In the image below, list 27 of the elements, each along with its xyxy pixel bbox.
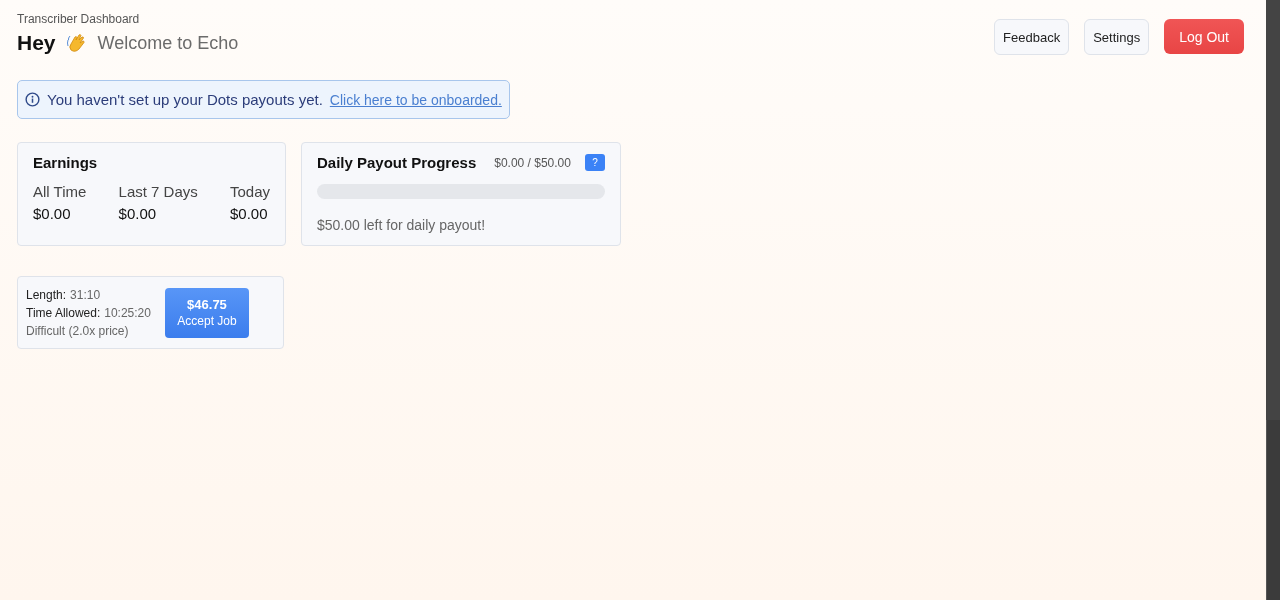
job-difficulty: Difficult (2.0x price) xyxy=(26,322,130,340)
accept-job-button[interactable]: $46.75 Accept Job xyxy=(164,287,249,338)
nav-button[interactable]: Feedback xyxy=(994,19,1070,55)
card-title: Daily Payout Progress xyxy=(317,154,477,171)
onboarding-link[interactable]: Click here to be onboarded. xyxy=(329,91,502,108)
job-field-label: Time Allowed: xyxy=(26,305,101,320)
nav-button[interactable]: Settings xyxy=(1084,19,1150,55)
card-title: Earnings xyxy=(33,154,99,171)
welcome-text: Welcome to Echo xyxy=(97,32,239,54)
payout-message: $50.00 left for daily payout! xyxy=(317,217,487,233)
stat-label: Today xyxy=(229,183,270,200)
stat-label: Last 7 Days xyxy=(118,183,198,200)
stat-value: $0.00 xyxy=(33,205,72,222)
logout-button[interactable]: Log Out xyxy=(1164,19,1244,54)
scrollbar[interactable] xyxy=(1266,0,1280,600)
job-field-label: Length: xyxy=(26,287,67,302)
stat-label: All Time xyxy=(33,183,87,200)
job-field-value: 31:10 xyxy=(70,287,101,302)
info-message: You haven't set up your Dots payouts yet. xyxy=(47,91,323,108)
greeting-heading: Hey xyxy=(17,31,56,55)
page-subtitle: Transcriber Dashboard xyxy=(17,12,141,26)
info-icon xyxy=(25,92,40,107)
job-field-value: 10:25:20 xyxy=(104,305,151,320)
stat-value: $0.00 xyxy=(118,205,158,222)
stat-value: $0.00 xyxy=(229,205,269,222)
payout-amount: $0.00 / $50.00 xyxy=(494,155,572,170)
help-button[interactable]: ? xyxy=(585,154,605,171)
